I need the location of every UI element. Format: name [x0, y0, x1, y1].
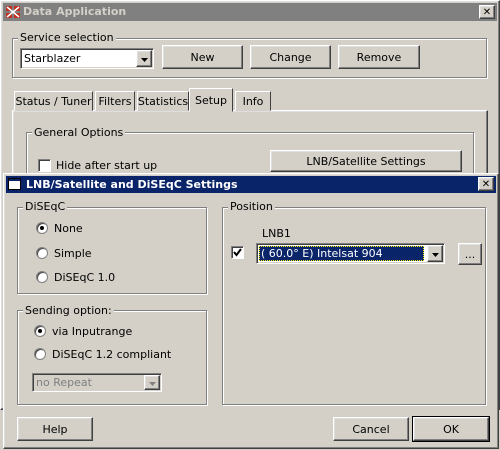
repeat-combobox: no Repeat — [32, 373, 162, 392]
lnb-satellite-settings-button[interactable]: LNB/Satellite Settings — [270, 150, 462, 172]
remove-button[interactable]: Remove — [338, 45, 420, 69]
tab-label: Info — [242, 94, 264, 108]
chevron-down-icon — [140, 52, 148, 65]
diseqc-1-2-radio[interactable] — [34, 348, 46, 360]
satellite-combobox-value: ( 60.0° E) Intelsat 904 — [259, 246, 424, 261]
tab-status-tuner[interactable]: Status / Tuner — [14, 91, 93, 111]
lnb1-label: LNB1 — [262, 227, 291, 240]
via-inputrange-label: via Inputrange — [52, 325, 133, 338]
satellite-combobox[interactable]: ( 60.0° E) Intelsat 904 — [256, 243, 445, 264]
help-button[interactable]: Help — [17, 417, 93, 441]
diseqc-1-0-label: DiSEqC 1.0 — [54, 271, 116, 284]
new-button-label: New — [190, 50, 215, 64]
tab-setup[interactable]: Setup — [189, 88, 233, 112]
browse-label: ... — [464, 247, 476, 261]
hide-after-start-checkbox[interactable] — [38, 159, 51, 172]
tab-label: Status / Tuner — [15, 94, 92, 108]
satellite-browse-button[interactable]: ... — [458, 243, 482, 265]
window-icon — [8, 178, 21, 190]
dialog-close-button[interactable]: ✕ — [478, 177, 494, 191]
service-dropdown-button[interactable] — [136, 50, 152, 67]
remove-button-label: Remove — [356, 50, 402, 64]
close-icon: ✕ — [481, 178, 491, 190]
main-window-title: Data Application — [23, 5, 127, 18]
diseqc-none-label: None — [54, 222, 83, 235]
general-options-label: General Options — [32, 126, 126, 139]
tab-label: Setup — [194, 93, 228, 107]
tab-info[interactable]: Info — [235, 91, 271, 111]
cancel-button[interactable]: Cancel — [333, 417, 409, 441]
service-combobox[interactable]: Starblazer — [20, 48, 154, 69]
chevron-down-icon — [431, 247, 439, 260]
hide-after-start-label: Hide after start up — [56, 159, 158, 172]
diseqc-simple-label: Simple — [54, 247, 92, 260]
satellite-dropdown-button[interactable] — [427, 245, 443, 262]
tab-label: Filters — [98, 94, 132, 108]
app-icon — [5, 4, 21, 20]
cancel-button-label: Cancel — [352, 422, 390, 436]
lnb1-checkbox[interactable] — [231, 246, 244, 259]
diseqc-none-radio[interactable] — [36, 222, 48, 234]
diseqc-1-0-radio[interactable] — [36, 271, 48, 283]
change-button-label: Change — [269, 50, 312, 64]
new-button[interactable]: New — [162, 45, 243, 69]
tab-statistics[interactable]: Statistics — [137, 91, 189, 111]
lnb-settings-label: LNB/Satellite Settings — [306, 154, 426, 168]
main-close-button[interactable]: ✕ — [479, 5, 495, 19]
diseqc-simple-radio[interactable] — [36, 247, 48, 259]
repeat-dropdown-button — [144, 375, 160, 390]
change-button[interactable]: Change — [250, 45, 331, 69]
close-icon: ✕ — [482, 6, 492, 18]
repeat-combobox-value: no Repeat — [36, 376, 92, 389]
ok-button-label: OK — [443, 422, 459, 436]
sending-option-label: Sending option: — [23, 304, 114, 317]
help-button-label: Help — [42, 422, 68, 436]
chevron-down-icon — [148, 376, 156, 389]
tab-label: Statistics — [137, 94, 189, 108]
tab-filters[interactable]: Filters — [95, 91, 135, 111]
main-titlebar[interactable]: Data Application ✕ — [3, 3, 497, 21]
dialog-title: LNB/Satellite and DiSEqC Settings — [26, 178, 238, 191]
position-label: Position — [228, 200, 275, 213]
diseqc-1-2-label: DiSEqC 1.2 compliant — [52, 348, 172, 361]
service-combobox-value: Starblazer — [24, 52, 81, 65]
dialog-titlebar[interactable]: LNB/Satellite and DiSEqC Settings ✕ — [6, 176, 496, 193]
service-selection-label: Service selection — [18, 31, 116, 44]
via-inputrange-radio[interactable] — [34, 325, 46, 337]
ok-button[interactable]: OK — [412, 416, 490, 442]
diseqc-label: DiSEqC — [23, 200, 68, 213]
